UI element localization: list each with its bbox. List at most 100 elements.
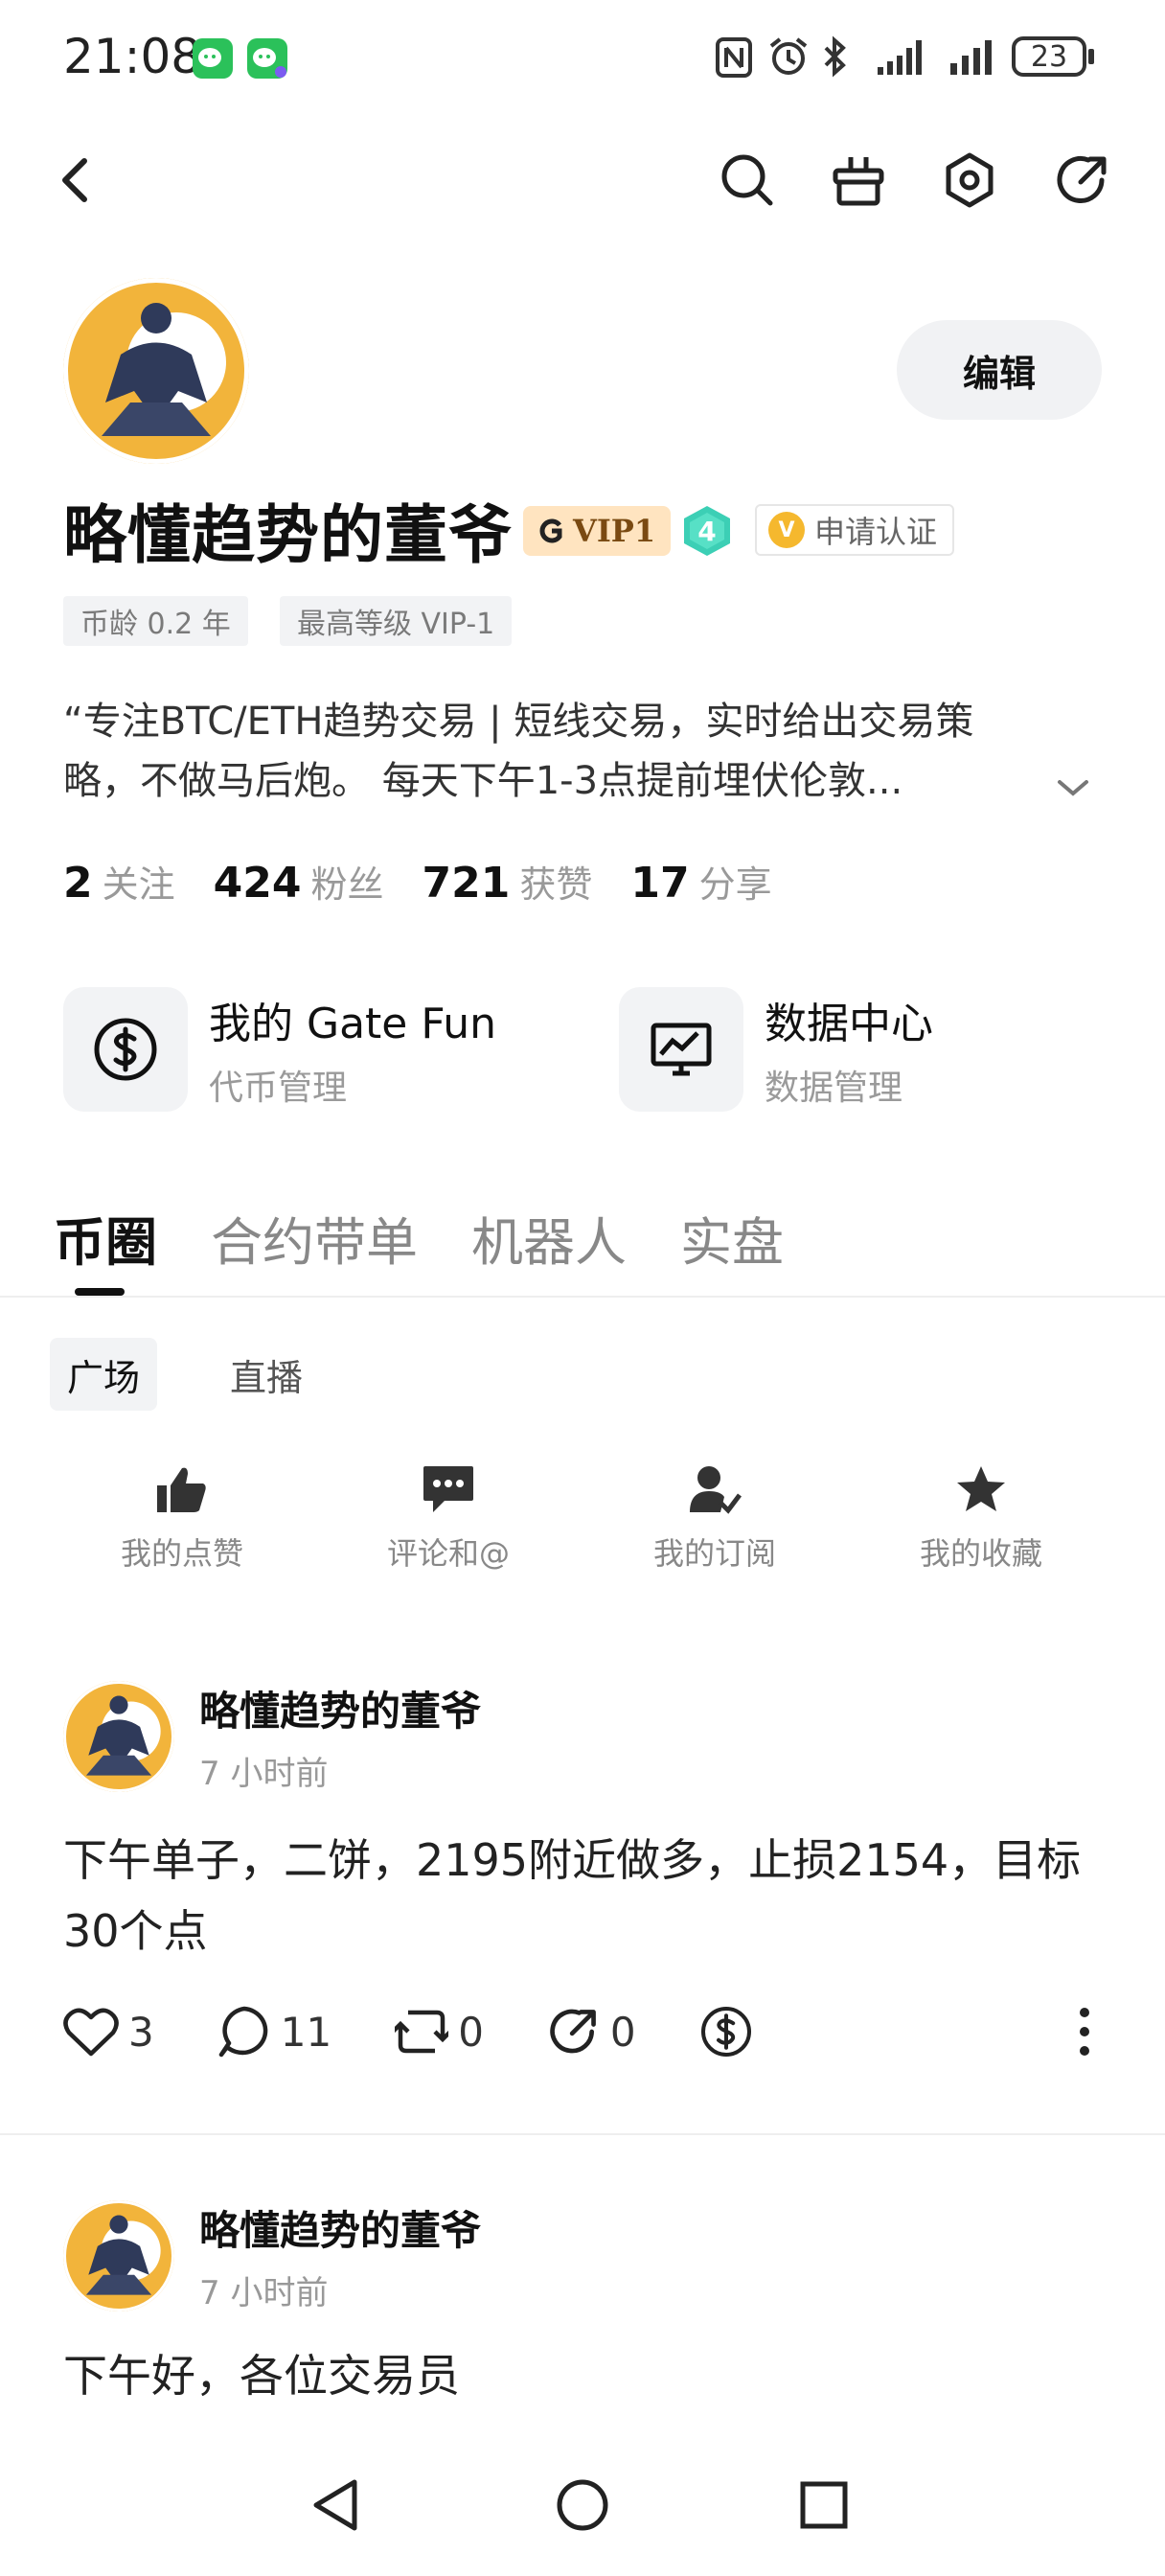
my-favorites-button[interactable]: 我的收藏 (885, 1464, 1077, 1574)
gift-button[interactable] (822, 144, 895, 217)
avatar[interactable] (63, 1681, 174, 1792)
post-author-name: 略懂趋势的董爷 (199, 1688, 482, 1735)
stat-number: 2 (63, 859, 93, 908)
more-options-button[interactable] (1077, 2005, 1092, 2058)
profile-bio[interactable]: “专注BTC/ETH趋势交易 | 短线交易，实时给出交易策 略，不做马后炮。 每… (63, 692, 1079, 811)
stat-number: 721 (422, 859, 511, 908)
nfc-icon (715, 36, 753, 79)
stat-likes[interactable]: 721 获赞 (423, 855, 593, 908)
divider (0, 2133, 1165, 2135)
post-text[interactable]: 下午好，各位交易员 (63, 2340, 1098, 2411)
my-likes-button[interactable]: 我的点赞 (86, 1464, 278, 1574)
stat-label: 获赞 (519, 863, 593, 906)
more-vertical-icon (1080, 2008, 1089, 2056)
level-badge[interactable]: 4 (680, 504, 734, 558)
tab-copy-trading[interactable]: 合约带单 (211, 1200, 418, 1276)
quick-action-label: 评论和@ (386, 1535, 510, 1572)
tool-title: 我的 Gate Fun (209, 1000, 497, 1048)
main-tabs: 币圈 合约带单 机器人 实盘 (54, 1200, 784, 1276)
gift-icon (833, 157, 884, 206)
chart-monitor-icon (619, 987, 743, 1112)
level-number: 4 (697, 515, 717, 547)
dollar-circle-icon (700, 2007, 751, 2057)
stat-label: 粉丝 (310, 863, 384, 906)
alarm-icon (766, 34, 811, 79)
nav-back-button[interactable] (307, 2474, 368, 2536)
bluetooth-icon (820, 34, 849, 79)
settings-icon (946, 152, 994, 208)
tab-live-trading[interactable]: 实盘 (680, 1200, 784, 1276)
comments-mentions-button[interactable]: 评论和@ (353, 1464, 544, 1574)
nav-home-button[interactable] (552, 2474, 613, 2536)
vip-badge[interactable]: VIP1 (523, 506, 672, 556)
stat-number: 17 (630, 859, 690, 908)
post-actions: 3 11 0 0 (63, 2005, 1108, 2058)
post-author[interactable]: 略懂趋势的董爷 7 小时前 (63, 2198, 481, 2313)
stat-label: 关注 (102, 863, 175, 906)
back-icon (62, 158, 87, 202)
verified-icon: V (768, 512, 805, 548)
expand-bio-button[interactable] (1054, 774, 1092, 801)
post-timestamp: 7 小时前 (199, 1755, 329, 1793)
search-button[interactable] (711, 144, 784, 217)
apply-certification-button[interactable]: V 申请认证 (755, 504, 955, 556)
avatar[interactable] (63, 278, 249, 464)
nav-recents-button[interactable] (793, 2474, 855, 2536)
chevron-down-icon (1058, 780, 1088, 796)
my-subscriptions-button[interactable]: 我的订阅 (619, 1464, 811, 1574)
back-button[interactable] (38, 144, 111, 217)
cert-label: 申请认证 (814, 514, 938, 550)
triangle-back-icon (313, 2479, 357, 2531)
avatar[interactable] (63, 2200, 174, 2312)
tool-subtitle: 数据管理 (765, 1069, 903, 1108)
max-level-tag: 最高等级 VIP-1 (280, 596, 513, 646)
subtab-live[interactable]: 直播 (213, 1338, 320, 1411)
battery-icon: 23 (1012, 36, 1098, 80)
quick-action-label: 我的点赞 (120, 1535, 243, 1572)
stat-number: 424 (213, 859, 302, 908)
settings-button[interactable] (933, 144, 1006, 217)
data-center-card[interactable]: 数据中心 数据管理 (619, 987, 933, 1112)
like-count: 3 (128, 2008, 154, 2056)
stat-following[interactable]: 2 关注 (63, 855, 175, 908)
wechat-icon (193, 38, 233, 79)
tab-coin-circle[interactable]: 币圈 (54, 1200, 157, 1276)
stat-followers[interactable]: 424 粉丝 (214, 855, 384, 908)
gate-logo-icon (539, 518, 562, 543)
comment-button[interactable]: 11 (217, 2005, 331, 2058)
gate-fun-card[interactable]: 我的 Gate Fun 代币管理 (63, 987, 496, 1112)
active-tab-indicator (75, 1288, 125, 1296)
comment-bubble-icon (218, 2006, 268, 2058)
tip-button[interactable] (699, 2005, 753, 2058)
status-bar: 21:08 23 (0, 0, 1165, 115)
share-post-button[interactable]: 0 (547, 2005, 636, 2058)
share-button[interactable] (1046, 144, 1119, 217)
post-timestamp: 7 小时前 (199, 2274, 329, 2312)
search-icon (721, 154, 773, 206)
system-nav-bar (0, 2453, 1165, 2576)
tool-subtitle: 代币管理 (209, 1069, 348, 1108)
stat-label: 分享 (698, 863, 772, 906)
post-author-name: 略懂趋势的董爷 (199, 2207, 482, 2254)
edit-profile-button[interactable]: 编辑 (897, 320, 1102, 420)
bio-line: “专注BTC/ETH趋势交易 | 短线交易，实时给出交易策 (63, 700, 974, 744)
share-icon (550, 2009, 596, 2054)
dollar-circle-icon (63, 987, 188, 1112)
like-button[interactable]: 3 (63, 2006, 154, 2058)
subtab-plaza[interactable]: 广场 (50, 1338, 158, 1411)
star-icon (957, 1466, 1005, 1511)
heart-icon (63, 2008, 119, 2057)
divider (0, 1296, 1165, 1298)
comment-count: 11 (280, 2008, 332, 2056)
repost-button[interactable]: 0 (395, 2005, 484, 2058)
avatar-image (63, 278, 249, 464)
tool-title: 数据中心 (765, 1000, 933, 1048)
post-author[interactable]: 略懂趋势的董爷 7 小时前 (63, 1679, 481, 1794)
wechat-icon (247, 38, 287, 79)
repost-icon (395, 2010, 449, 2054)
stat-shares[interactable]: 17 分享 (630, 855, 771, 908)
comment-icon (423, 1466, 473, 1512)
post-text[interactable]: 下午单子，二饼，2195附近做多，止损2154，目标30个点 (63, 1825, 1098, 1966)
battery-level: 23 (1012, 36, 1086, 77)
tab-robots[interactable]: 机器人 (471, 1200, 627, 1276)
